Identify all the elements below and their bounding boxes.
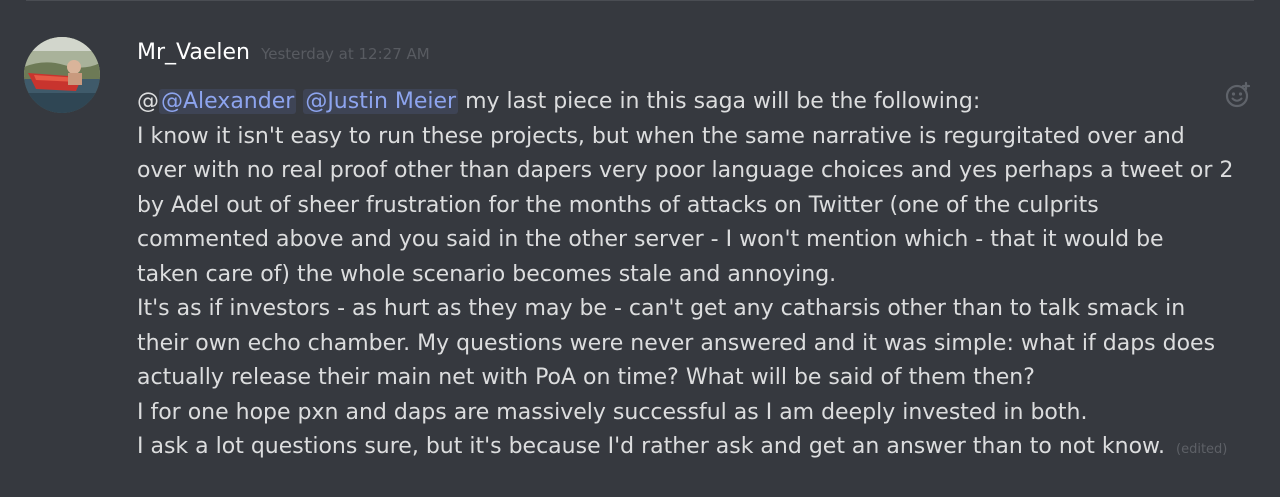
timestamp: Yesterday at 12:27 AM <box>261 45 430 63</box>
message-line: over with no real proof other than daper… <box>137 158 1234 183</box>
message-line: It's as if investors - as hurt as they m… <box>137 296 1186 321</box>
mention-alexander[interactable]: @Alexander <box>159 89 297 114</box>
username[interactable]: Mr_Vaelen <box>137 40 250 65</box>
at-sign: @ <box>137 89 159 114</box>
message-line: commented above and you said in the othe… <box>137 227 1164 252</box>
message-text: my last piece in this saga will be the f… <box>458 89 981 114</box>
message-line: I for one hope pxn and daps are massivel… <box>137 399 1088 425</box>
message-line: taken care of) the whole scenario become… <box>137 261 837 287</box>
message-line: @@Alexander @Justin Meier my last piece … <box>137 85 1262 120</box>
avatar[interactable] <box>24 37 100 113</box>
message-line: actually release their main net with PoA… <box>137 365 1035 390</box>
chat-message: Mr_Vaelen Yesterday at 12:27 AM @@Alexan… <box>0 0 1280 497</box>
edited-label: (edited) <box>1176 442 1228 457</box>
message-line: by Adel out of sheer frustration for the… <box>137 192 1099 218</box>
message-line: I know it isn't easy to run these projec… <box>137 123 1185 149</box>
message-content: @@Alexander @Justin Meier my last piece … <box>137 85 1262 468</box>
message-header: Mr_Vaelen Yesterday at 12:27 AM <box>137 40 430 65</box>
mention-justin-meier[interactable]: @Justin Meier <box>303 89 459 114</box>
message-line: I ask a lot questions sure, but it's bec… <box>137 430 1262 468</box>
message-text: I ask a lot questions sure, but it's bec… <box>137 434 1166 459</box>
message-line: their own echo chamber. My questions wer… <box>137 330 1216 356</box>
avatar-boat-photo-icon <box>24 37 100 113</box>
